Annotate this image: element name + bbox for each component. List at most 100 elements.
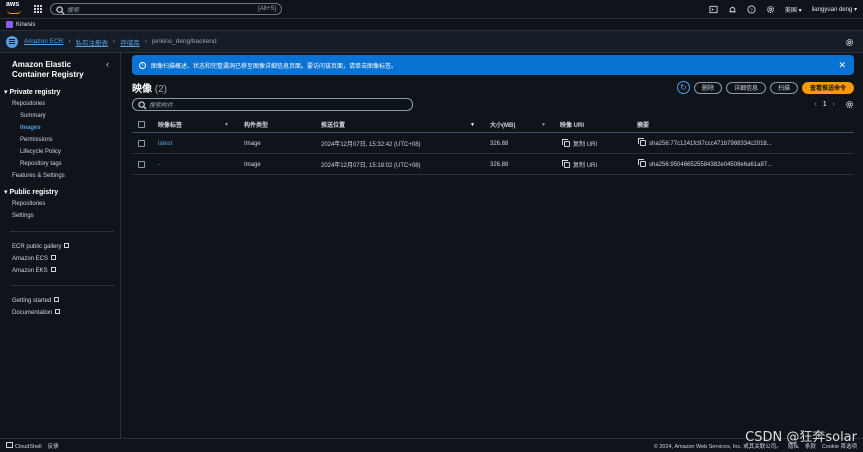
- column-header-tag[interactable]: 映像标签: [158, 120, 182, 129]
- side-navigation: Amazon Elastic Container Registry ‹ ▾ Pr…: [0, 53, 121, 438]
- private-registry-label: Private registry: [9, 89, 61, 96]
- previous-page-icon[interactable]: ‹: [814, 101, 816, 108]
- sidebar-item-lifecycle-policy[interactable]: Lifecycle Policy: [20, 149, 61, 155]
- breadcrumb-private-registry[interactable]: 私有注册表: [76, 37, 109, 47]
- next-page-icon[interactable]: ›: [833, 101, 835, 108]
- favorite-kinesis-link[interactable]: Kinesis: [16, 22, 35, 28]
- aws-smile-icon: [7, 10, 21, 14]
- copy-uri-label: 复制 URI: [573, 163, 598, 169]
- flash-message: 图像扫描概述、状态和完整漏洞已移至图像详细信息页面。要访问该页面，请单击图像标签…: [151, 63, 398, 70]
- copy-uri-button[interactable]: 复制 URI: [562, 139, 598, 148]
- sidebar-item-features-settings[interactable]: Features & Settings: [12, 173, 65, 179]
- region-selector[interactable]: 美国 ▾: [785, 5, 802, 14]
- pushed-at: 2024年12月07日, 15:18:02 (UTC+08): [321, 163, 421, 169]
- search-placeholder: 搜索构件: [149, 103, 174, 109]
- column-header-digest[interactable]: 摘要: [637, 120, 649, 129]
- aws-logo[interactable]: aws: [6, 1, 28, 16]
- hamburger-menu-icon[interactable]: [6, 35, 18, 48]
- cloudshell-icon[interactable]: [709, 5, 718, 14]
- help-icon[interactable]: ?: [747, 5, 756, 14]
- view-push-commands-button[interactable]: 查看推送命令: [801, 81, 854, 94]
- breadcrumb-ecr[interactable]: Amazon ECR: [24, 38, 63, 45]
- notifications-bell-icon[interactable]: [728, 5, 737, 14]
- sort-icon[interactable]: ▼: [224, 122, 229, 128]
- info-icon: i: [139, 61, 146, 69]
- external-link-icon: [54, 297, 60, 302]
- link-ecr-public-gallery[interactable]: ECR public gallery: [12, 243, 70, 250]
- breadcrumb: Amazon ECR › 私有注册表 › 存储库 › jenkins_deng/…: [24, 37, 217, 47]
- close-icon[interactable]: ✕: [838, 60, 846, 71]
- link-label: Amazon ECS: [12, 256, 49, 262]
- current-page[interactable]: 1: [823, 101, 827, 108]
- copy-uri-label: 复制 URI: [573, 142, 598, 148]
- collapse-nav-icon[interactable]: ‹: [106, 59, 109, 69]
- delete-button[interactable]: 删除: [693, 81, 722, 94]
- copy-uri-button[interactable]: 复制 URI: [562, 160, 598, 169]
- feedback-link[interactable]: 反馈: [48, 442, 59, 450]
- cloudshell-button[interactable]: CloudShell: [6, 441, 42, 450]
- svg-text:?: ?: [750, 7, 753, 13]
- link-label: ECR public gallery: [12, 244, 62, 250]
- column-header-uri[interactable]: 映像 URI: [560, 120, 584, 129]
- copy-icon: [562, 139, 570, 147]
- sidebar-item-images[interactable]: Images: [20, 125, 41, 131]
- public-registry-section[interactable]: ▾ Public registry: [4, 188, 58, 196]
- image-tag-link[interactable]: latest: [158, 141, 172, 147]
- link-getting-started[interactable]: Getting started: [12, 297, 60, 304]
- link-label: Getting started: [12, 298, 52, 304]
- table-row[interactable]: latest Image 2024年12月07日, 15:32:42 (UTC+…: [132, 134, 854, 154]
- preferences-gear-icon[interactable]: [845, 38, 854, 47]
- details-button[interactable]: 详细信息: [725, 81, 766, 94]
- digest-value: sha256:77c1241fc97ccc471b7988334c2018...: [649, 141, 772, 147]
- copy-digest-button[interactable]: sha256:950466525584382e04508e6a61a87...: [638, 159, 772, 168]
- external-link-icon: [51, 255, 57, 260]
- sidebar-item-repositories[interactable]: Repositories: [12, 101, 45, 107]
- search-icon: [138, 101, 147, 110]
- account-menu[interactable]: liangyuan deng ▾: [812, 6, 857, 13]
- services-grid-icon[interactable]: [34, 5, 42, 13]
- item-count: (2): [154, 84, 168, 95]
- row-checkbox[interactable]: [138, 140, 145, 147]
- region-label: 美国: [784, 8, 797, 14]
- sidebar-item-public-settings[interactable]: Settings: [12, 213, 34, 219]
- chevron-right-icon: ›: [113, 38, 116, 45]
- copy-digest-button[interactable]: sha256:77c1241fc97ccc471b7988334c2018...: [638, 138, 772, 147]
- image-search-input[interactable]: 搜索构件: [132, 98, 413, 111]
- link-amazon-ecs[interactable]: Amazon ECS: [12, 255, 57, 262]
- column-header-type[interactable]: 构件类型: [244, 120, 268, 129]
- settings-gear-icon[interactable]: [766, 5, 775, 14]
- link-label: Amazon EKS: [12, 268, 48, 274]
- column-header-pushed[interactable]: 推送位置: [321, 120, 345, 129]
- chevron-right-icon: ›: [144, 38, 147, 45]
- search-placeholder: 搜索: [67, 7, 80, 14]
- sidebar-item-permissions[interactable]: Permissions: [20, 137, 53, 143]
- select-all-checkbox[interactable]: [138, 121, 145, 128]
- copy-icon: [638, 138, 646, 146]
- table-header: 映像标签 ▼ 构件类型 推送位置 ▼ 大小(MB) ▼ 映像 URI 摘要: [132, 117, 854, 133]
- column-header-size[interactable]: 大小(MB): [490, 120, 515, 129]
- private-registry-section[interactable]: ▾ Private registry: [4, 88, 60, 96]
- copy-icon: [562, 160, 570, 168]
- table-row[interactable]: - Image 2024年12月07日, 15:18:02 (UTC+08) 3…: [132, 155, 854, 175]
- link-documentation[interactable]: Documentation: [12, 309, 61, 316]
- refresh-icon[interactable]: ↻: [676, 81, 690, 94]
- breadcrumb-repositories[interactable]: 存储库: [120, 37, 140, 47]
- sidenav-title: Amazon Elastic Container Registry: [12, 60, 84, 79]
- sort-descending-icon[interactable]: ▼: [470, 122, 475, 128]
- sidebar-item-public-repositories[interactable]: Repositories: [12, 201, 45, 207]
- info-flashbar: i 图像扫描概述、状态和完整漏洞已移至图像详细信息页面。要访问该页面，请单击图像…: [132, 55, 854, 75]
- sidebar-item-repository-tags[interactable]: Repository tags: [20, 161, 62, 167]
- external-link-icon: [64, 243, 70, 248]
- cloudshell-label: CloudShell: [15, 443, 42, 450]
- global-search-input[interactable]: 搜索 [Alt+S]: [50, 3, 282, 15]
- scan-button[interactable]: 扫描: [769, 81, 798, 94]
- row-checkbox[interactable]: [138, 161, 145, 168]
- page-title-text: 映像: [132, 84, 152, 95]
- table-preferences-gear-icon[interactable]: [845, 100, 854, 109]
- image-tag-link[interactable]: -: [158, 162, 160, 168]
- image-size: 326.88: [490, 140, 509, 147]
- link-amazon-eks[interactable]: Amazon EKS: [12, 267, 56, 274]
- sidebar-item-summary[interactable]: Summary: [20, 113, 46, 119]
- page-title: 映像 (2): [132, 80, 167, 95]
- sort-icon[interactable]: ▼: [541, 122, 546, 128]
